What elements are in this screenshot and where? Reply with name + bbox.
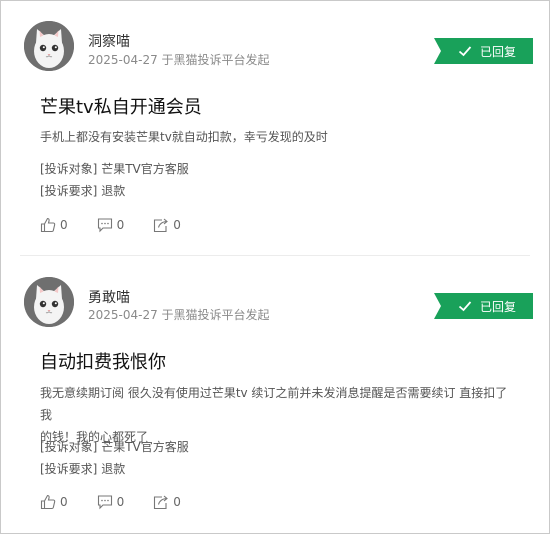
request-label: [投诉要求] — [40, 184, 98, 198]
share-count: 0 — [173, 218, 181, 232]
target-value[interactable]: 芒果TV官方客服 — [101, 162, 189, 176]
thumbs-up-icon — [40, 494, 56, 510]
post-actions: 0 0 0 — [40, 217, 210, 233]
comment-icon — [97, 218, 112, 233]
cat-avatar-icon[interactable] — [24, 21, 74, 71]
post-actions: 0 0 0 — [40, 494, 210, 510]
complaint-description: 手机上都没有安装芒果tv就自动扣款，幸亏发现的及时 — [40, 130, 328, 144]
like-button[interactable]: 0 — [40, 494, 68, 510]
like-count: 0 — [60, 218, 68, 232]
description-line: 我无意续期订阅 很久没有使用过芒果tv 续订之前并未发消息提醒是否需要续订 直接… — [40, 386, 508, 422]
user-name[interactable]: 勇敢喵 — [88, 287, 130, 307]
thumbs-up-icon — [40, 217, 56, 233]
user-name[interactable]: 洞察喵 — [88, 31, 130, 51]
target-label: [投诉对象] — [40, 440, 98, 454]
like-count: 0 — [60, 495, 68, 509]
complaint-card[interactable]: 洞察喵 2025-04-27 于黑猫投诉平台发起 已回复 芒果tv私自开通会员 … — [0, 0, 550, 256]
status-label: 已回复 — [480, 299, 517, 314]
complaint-title[interactable]: 自动扣费我恨你 — [40, 348, 166, 374]
complaint-request: [投诉要求] 退款 — [40, 182, 125, 199]
comment-count: 0 — [116, 495, 125, 509]
check-icon — [458, 46, 472, 57]
post-meta: 2025-04-27 于黑猫投诉平台发起 — [88, 53, 270, 67]
comment-button[interactable]: 0 — [97, 217, 125, 233]
share-button[interactable]: 0 — [153, 494, 181, 510]
cat-avatar-icon[interactable] — [24, 277, 74, 327]
comment-count: 0 — [116, 218, 125, 232]
share-count: 0 — [173, 495, 181, 509]
share-button[interactable]: 0 — [153, 217, 181, 233]
share-icon — [154, 495, 169, 510]
request-value: 退款 — [101, 462, 126, 476]
complaint-request: [投诉要求] 退款 — [40, 460, 125, 477]
status-label: 已回复 — [480, 44, 517, 59]
status-badge: 已回复 — [434, 38, 533, 64]
post-meta: 2025-04-27 于黑猫投诉平台发起 — [88, 308, 270, 322]
complaint-card[interactable]: 勇敢喵 2025-04-27 于黑猫投诉平台发起 已回复 自动扣费我恨你 我无意… — [0, 256, 550, 534]
share-icon — [154, 218, 169, 233]
comment-button[interactable]: 0 — [97, 494, 125, 510]
status-badge: 已回复 — [434, 293, 533, 319]
check-icon — [458, 301, 472, 312]
request-value: 退款 — [101, 184, 126, 198]
target-label: [投诉对象] — [40, 162, 98, 176]
like-button[interactable]: 0 — [40, 217, 68, 233]
complaint-title[interactable]: 芒果tv私自开通会员 — [40, 93, 202, 119]
request-label: [投诉要求] — [40, 462, 98, 476]
complaint-target: [投诉对象] 芒果TV官方客服 — [40, 438, 189, 455]
target-value[interactable]: 芒果TV官方客服 — [101, 440, 189, 454]
complaint-target: [投诉对象] 芒果TV官方客服 — [40, 160, 189, 177]
comment-icon — [97, 495, 112, 510]
